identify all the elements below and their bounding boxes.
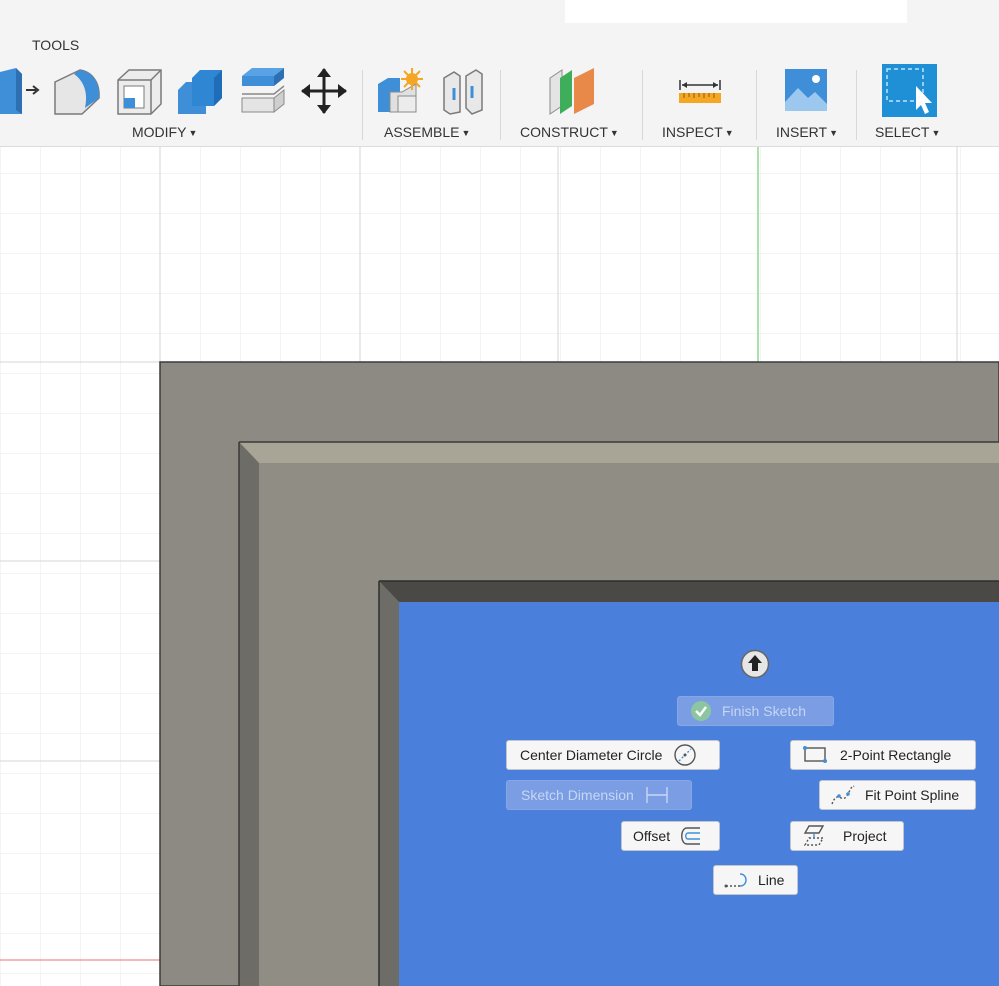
tab-tools[interactable]: TOOLS xyxy=(32,37,79,53)
divider xyxy=(856,70,857,140)
line-icon xyxy=(724,873,747,888)
select-icon[interactable] xyxy=(882,64,937,122)
insert-image-icon[interactable] xyxy=(784,68,828,117)
sketch-dimension-button[interactable]: Sketch Dimension xyxy=(506,780,692,810)
construct-menu[interactable]: CONSTRUCT ▼ xyxy=(520,124,619,140)
assemble-menu[interactable]: ASSEMBLE ▼ xyxy=(384,124,470,140)
dimension-icon xyxy=(646,787,668,803)
measure-icon[interactable] xyxy=(678,78,722,109)
search-field[interactable] xyxy=(565,0,907,23)
fillet-icon[interactable] xyxy=(52,68,102,121)
center-diameter-circle-button[interactable]: Center Diameter Circle xyxy=(506,740,720,770)
canvas-viewport[interactable]: Finish Sketch Center Diameter Circle 2-P… xyxy=(0,147,999,986)
shell-icon[interactable] xyxy=(115,68,163,121)
finish-sketch-button[interactable]: Finish Sketch xyxy=(677,696,834,726)
move-icon[interactable] xyxy=(300,66,348,121)
toolbar: TOOLS MODIFY ▼ ASSEMBLE ▼ CONSTRUCT ▼ IN… xyxy=(0,0,999,147)
inspect-menu[interactable]: INSPECT ▼ xyxy=(662,124,734,140)
line-button[interactable]: Line xyxy=(713,865,798,895)
divider xyxy=(362,70,363,140)
insert-menu[interactable]: INSERT ▼ xyxy=(776,124,838,140)
spline-icon xyxy=(831,785,855,805)
offset-plane-icon[interactable] xyxy=(548,66,596,121)
project-button[interactable]: Project xyxy=(790,821,904,851)
divider xyxy=(500,70,501,140)
check-icon xyxy=(691,701,711,721)
repeat-command-icon[interactable] xyxy=(740,649,770,684)
rectangle-icon xyxy=(803,746,827,763)
new-component-icon[interactable] xyxy=(376,66,424,121)
fit-point-spline-button[interactable]: Fit Point Spline xyxy=(819,780,976,810)
divider xyxy=(756,70,757,140)
combine-icon[interactable] xyxy=(176,68,224,121)
select-menu[interactable]: SELECT ▼ xyxy=(875,124,940,140)
joint-icon[interactable] xyxy=(440,68,486,121)
circle-diameter-icon xyxy=(674,744,697,766)
press-pull-icon[interactable] xyxy=(0,66,40,121)
divider xyxy=(642,70,643,140)
offset-face-icon[interactable] xyxy=(238,66,286,121)
sketch-grid xyxy=(0,147,999,986)
offset-button[interactable]: Offset xyxy=(621,821,720,851)
two-point-rectangle-button[interactable]: 2-Point Rectangle xyxy=(790,740,976,770)
modify-menu[interactable]: MODIFY ▼ xyxy=(132,124,197,140)
offset-icon xyxy=(681,827,701,845)
project-icon xyxy=(803,825,825,846)
